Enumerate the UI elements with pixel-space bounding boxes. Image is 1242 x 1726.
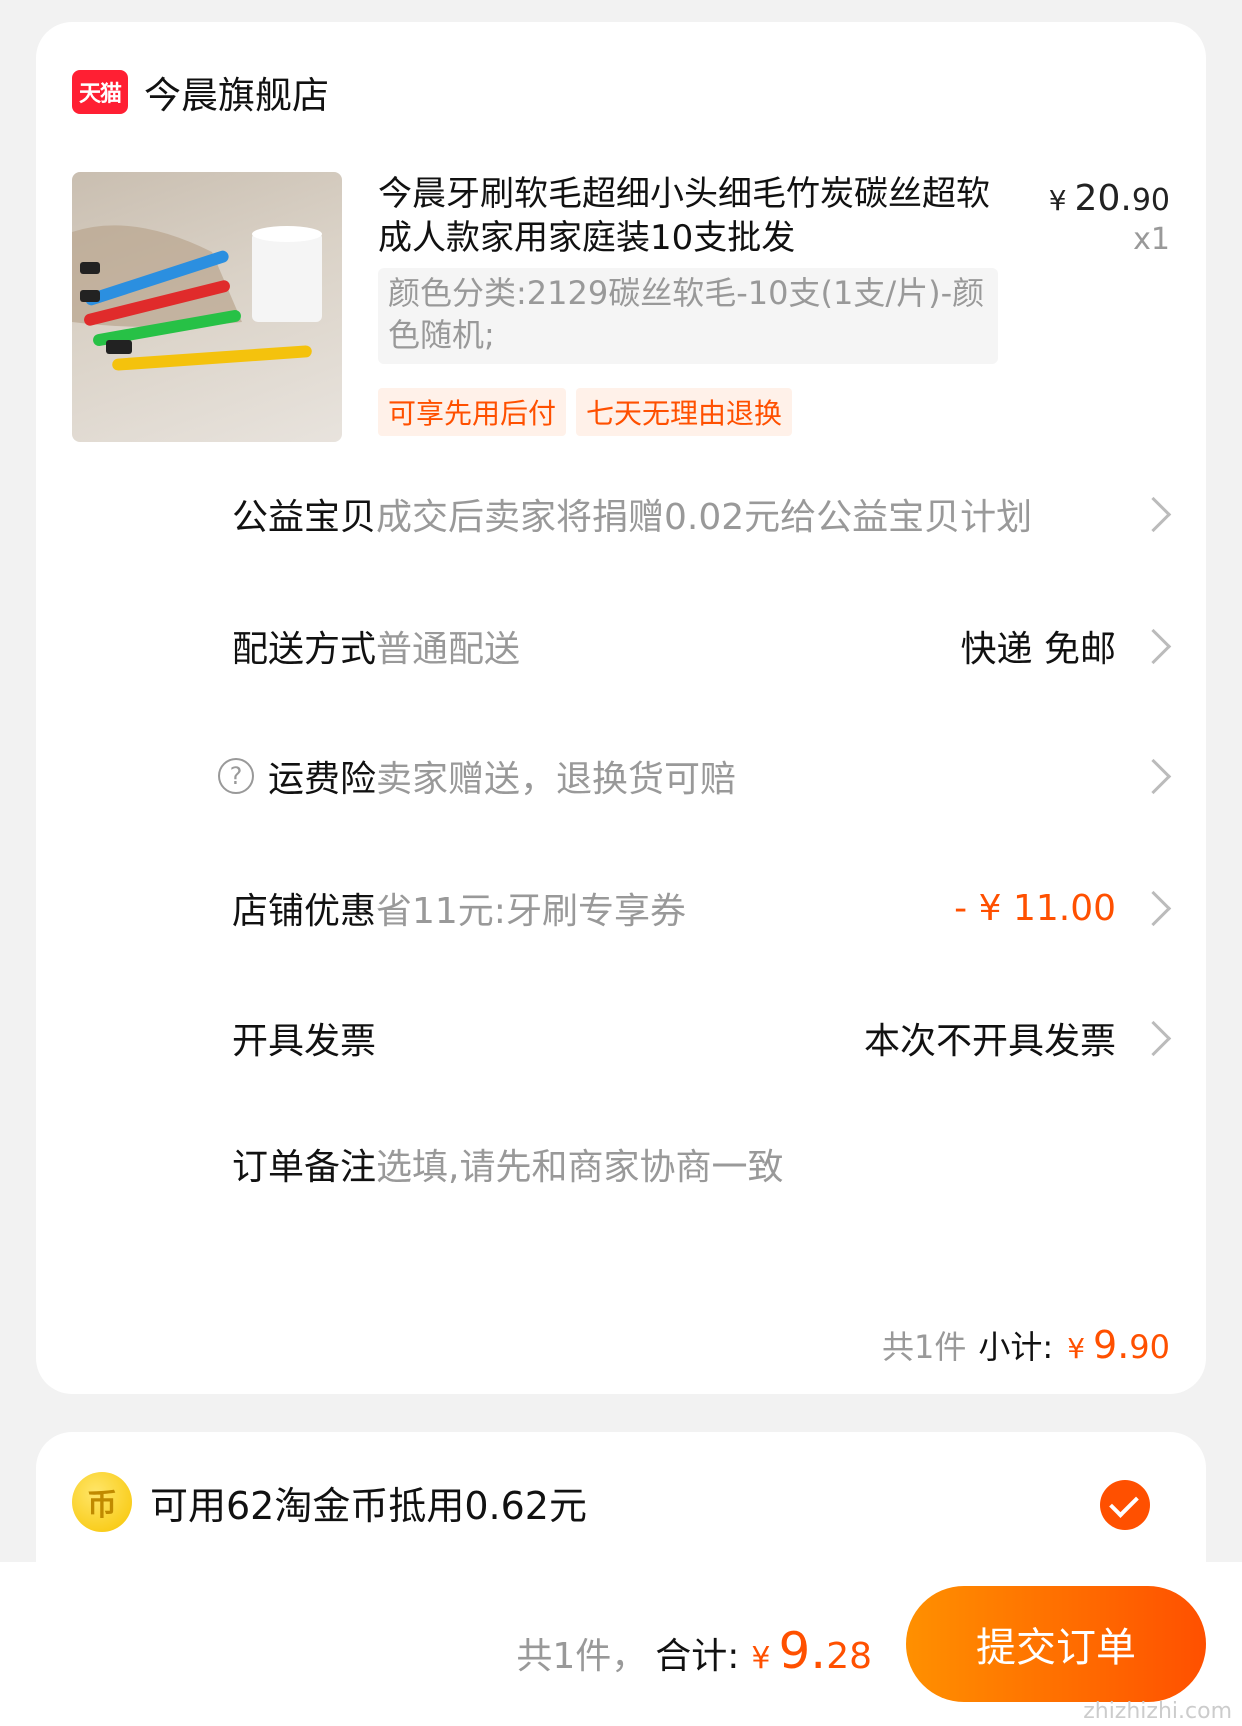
- row-invoice[interactable]: 开具发票 本次不开具发票: [36, 1008, 1206, 1068]
- invoice-value: 本次不开具发票: [863, 1021, 1116, 1062]
- store-subtotal: 共1件 小计: ¥9.90: [882, 1322, 1170, 1368]
- store-header[interactable]: 天猫 今晨旗舰店: [72, 62, 329, 122]
- tag-pay-later: 可享先用后付: [378, 388, 567, 436]
- row-order-note[interactable]: 订单备注 选填,请先和商家协商一致: [36, 1134, 1206, 1194]
- subtotal-count: 共1件: [882, 1328, 967, 1366]
- note-input[interactable]: 选填,请先和商家协商一致: [376, 1138, 783, 1190]
- charity-value: 成交后卖家将捐赠0.02元给公益宝贝计划: [376, 497, 1033, 538]
- product-title[interactable]: 今晨牙刷软毛超细小头细毛竹炭碳丝超软成人款家用家庭装10支批发: [378, 172, 998, 260]
- insurance-value: 卖家赠送，退换货可赔: [376, 759, 737, 800]
- store-order-card: 天猫 今晨旗舰店 今晨牙刷软毛超细小头细毛竹炭碳丝超软成人款家用家庭装10支批发…: [36, 22, 1206, 1394]
- question-mark-icon[interactable]: ?: [217, 758, 254, 794]
- watermark: zhizhizhi.com: [1083, 1699, 1232, 1724]
- service-tags: 可享先用后付 七天无理由退换: [378, 388, 793, 436]
- store-name[interactable]: 今晨旗舰店: [144, 65, 329, 119]
- gold-coin-icon: 币: [72, 1472, 132, 1532]
- row-charity[interactable]: 公益宝贝 成交后卖家将捐赠0.02元给公益宝贝计划: [36, 484, 1206, 544]
- toothbrush-photo-icon: [72, 225, 322, 371]
- insurance-label: 运费险: [267, 759, 376, 800]
- discount-label: 店铺优惠: [231, 891, 376, 932]
- total-count: 共1件，: [516, 1636, 648, 1677]
- coin-deduction-text: 可用62淘金币抵用0.62元: [150, 1483, 587, 1528]
- delivery-value: 普通配送: [376, 629, 521, 670]
- tmall-logo-icon: 天猫: [72, 70, 128, 114]
- row-store-discount[interactable]: 店铺优惠 省11元:牙刷专享券 - ¥ 11.00: [36, 878, 1206, 938]
- order-total: 共1件， 合计: ¥ 9. 28: [516, 1622, 872, 1680]
- chevron-right-icon: [1135, 628, 1172, 664]
- insurance-label-group: ? 运费险: [217, 750, 376, 802]
- charity-label: 公益宝贝: [231, 497, 376, 538]
- subtotal-label: 小计:: [978, 1328, 1054, 1366]
- row-delivery[interactable]: 配送方式 普通配送 快递 免邮: [36, 616, 1206, 676]
- product-price: ¥20.90: [1048, 178, 1170, 219]
- sku-selector[interactable]: 颜色分类:2129碳丝软毛-10支(1支/片)-颜色随机;: [378, 268, 998, 364]
- product-image[interactable]: [72, 172, 342, 442]
- discount-value: 省11元:牙刷专享券: [376, 891, 686, 932]
- invoice-label: 开具发票: [231, 1021, 376, 1062]
- discount-amount: - ¥ 11.00: [954, 887, 1116, 929]
- row-shipping-insurance[interactable]: ? 运费险 卖家赠送，退换货可赔: [36, 746, 1206, 806]
- checkout-bar: 共1件， 合计: ¥ 9. 28 提交订单 zhizhizhi.com: [0, 1562, 1242, 1726]
- product-quantity: x1: [1133, 222, 1170, 257]
- chevron-right-icon: [1135, 890, 1172, 926]
- submit-order-button[interactable]: 提交订单: [906, 1586, 1206, 1702]
- total-currency: ¥: [751, 1641, 771, 1676]
- chevron-right-icon: [1135, 758, 1172, 794]
- coin-deduction[interactable]: 币 可用62淘金币抵用0.62元: [72, 1472, 587, 1532]
- subtotal-amount: ¥9.90: [1067, 1323, 1170, 1367]
- total-label: 合计:: [655, 1636, 740, 1677]
- coin-checkbox-checked-icon[interactable]: [1100, 1480, 1150, 1530]
- tag-7day-return: 七天无理由退换: [576, 388, 793, 436]
- chevron-right-icon: [1135, 1020, 1172, 1056]
- total-int: 9.: [778, 1622, 827, 1680]
- delivery-fee: 快递 免邮: [960, 629, 1116, 670]
- note-label: 订单备注: [231, 1147, 376, 1188]
- delivery-label: 配送方式: [231, 629, 376, 670]
- chevron-right-icon: [1135, 496, 1172, 532]
- total-dec: 28: [826, 1636, 872, 1677]
